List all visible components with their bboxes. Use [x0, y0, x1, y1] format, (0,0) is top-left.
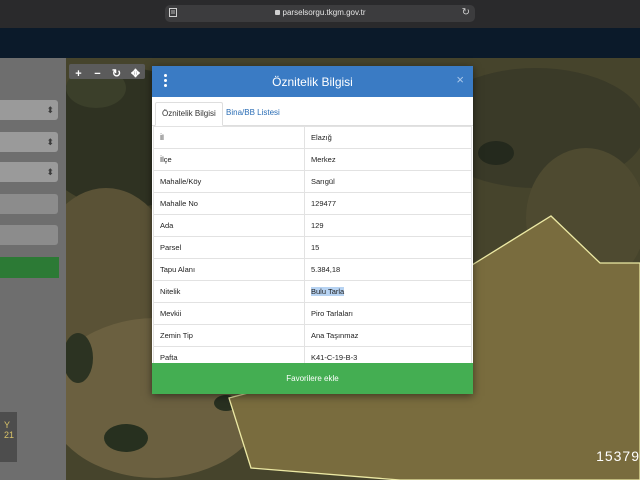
parcel-input[interactable] [0, 225, 58, 245]
attribute-value: 15 [304, 236, 472, 259]
attribute-key: Nitelik [153, 280, 305, 303]
attribute-key: Tapu Alanı [153, 258, 305, 281]
attribute-value: Merkez [304, 148, 472, 171]
lock-icon [274, 10, 280, 15]
attribute-key: Mahalle/Köy [153, 170, 305, 193]
zoom-out-icon[interactable]: − [88, 67, 107, 82]
attribute-key: Parsel [153, 236, 305, 259]
table-row: Mevkii Piro Tarlaları [153, 302, 472, 325]
tab-building-list[interactable]: Bina/BB Listesi [220, 102, 286, 124]
refresh-icon[interactable]: ↻ [107, 67, 126, 82]
attribute-value: Ana Taşınmaz [304, 324, 472, 347]
neighborhood-select[interactable]: ⬍ [0, 162, 58, 182]
table-row: Mahalle No 129477 [153, 192, 472, 215]
dialog-header: Öznitelik Bilgisi × [152, 66, 473, 97]
map-controls: + − ↻ ✥ [69, 64, 145, 82]
table-row: Parsel 15 [153, 236, 472, 259]
dialog-title: Öznitelik Bilgisi [272, 75, 353, 89]
query-button[interactable] [0, 257, 59, 278]
table-row: Mahalle/Köy Sarıgül [153, 170, 472, 193]
dialog-tabs: Öznitelik Bilgisi Bina/BB Listesi [152, 97, 473, 126]
table-row: Zemin Tip Ana Taşınmaz [153, 324, 472, 347]
site-header [0, 28, 640, 58]
attribute-key: Zemin Tip [153, 324, 305, 347]
thumbnail-label: Y 21 [4, 420, 15, 440]
left-query-panel: ⬍ ⬍ ⬍ Y 21 [0, 58, 66, 480]
attribute-value-selected: Bulu Tarla [311, 287, 345, 296]
pan-icon[interactable]: ✥ [126, 67, 145, 82]
block-input[interactable] [0, 194, 58, 214]
attribute-key: Mahalle No [153, 192, 305, 215]
attribute-value: Sarıgül [304, 170, 472, 193]
close-icon[interactable]: × [456, 72, 464, 87]
basemap-thumbnail[interactable]: Y 21 [0, 412, 17, 462]
attribute-value: Piro Tarlaları [304, 302, 472, 325]
attribute-info-dialog: Öznitelik Bilgisi × Öznitelik Bilgisi Bi… [152, 66, 473, 394]
table-row: Nitelik Bulu Tarla [153, 280, 472, 303]
table-row: İl Elazığ [153, 126, 472, 149]
scale-readout: 15379 [596, 448, 640, 464]
add-to-favorites-button[interactable]: Favorilere ekle [152, 363, 473, 394]
table-row: Ada 129 [153, 214, 472, 237]
attribute-value: 129477 [304, 192, 472, 215]
attribute-key: Mevkii [153, 302, 305, 325]
table-row: Tapu Alanı 5.384,18 [153, 258, 472, 281]
province-select[interactable]: ⬍ [0, 100, 58, 120]
chevron-down-icon: ⬍ [46, 105, 54, 115]
address-bar[interactable]: parselsorgu.tkgm.gov.tr ↻ [165, 5, 475, 22]
attribute-value: 129 [304, 214, 472, 237]
district-select[interactable]: ⬍ [0, 132, 58, 152]
attribute-key: İl [153, 126, 305, 149]
table-row: İlçe Merkez [153, 148, 472, 171]
zoom-in-icon[interactable]: + [69, 67, 88, 82]
attribute-key: İlçe [153, 148, 305, 171]
browser-toolbar: parselsorgu.tkgm.gov.tr ↻ [0, 0, 640, 28]
chevron-down-icon: ⬍ [46, 167, 54, 177]
chevron-down-icon: ⬍ [46, 137, 54, 147]
url-text: parselsorgu.tkgm.gov.tr [282, 8, 366, 17]
attribute-table: İl Elazığ İlçe Merkez Mahalle/Köy Sarıgül M… [153, 126, 472, 369]
attribute-value: 5.384,18 [304, 258, 472, 281]
attribute-value: Elazığ [304, 126, 472, 149]
reload-icon[interactable]: ↻ [462, 7, 470, 18]
tab-attribute-info[interactable]: Öznitelik Bilgisi [155, 102, 223, 126]
attribute-key: Ada [153, 214, 305, 237]
